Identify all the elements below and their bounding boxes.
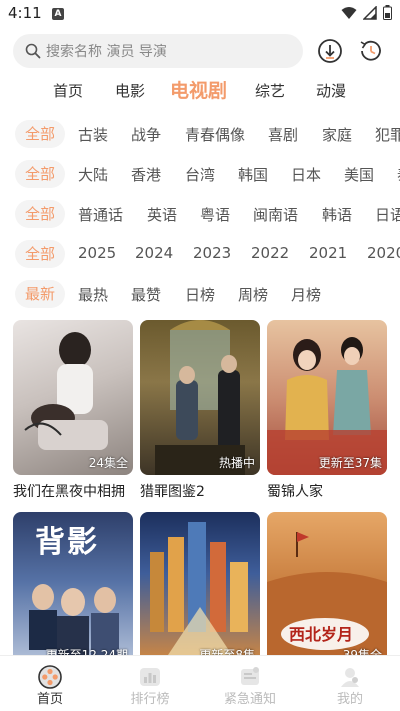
poster-image[interactable]: 24集全 bbox=[13, 320, 133, 475]
battery-icon bbox=[383, 5, 392, 20]
show-card[interactable]: 西北岁月 39集全 bbox=[267, 512, 387, 667]
status-badge: 热播中 bbox=[218, 456, 255, 470]
nav-label: 紧急通知 bbox=[223, 692, 276, 707]
show-title[interactable]: 蜀锦人家 bbox=[267, 481, 387, 501]
filter-sort-item[interactable]: 月榜 bbox=[291, 284, 321, 305]
filter-genre-item[interactable]: 古装 bbox=[78, 124, 108, 145]
search-input[interactable]: 搜索名称 演员 导演 bbox=[13, 34, 303, 68]
nav-label: 排行榜 bbox=[130, 692, 170, 707]
filter-year-all[interactable]: 全部 bbox=[15, 240, 66, 268]
nav-ranking[interactable]: 排行榜 bbox=[100, 656, 200, 711]
filter-language-item[interactable]: 韩语 bbox=[322, 204, 352, 225]
filter-region-item[interactable]: 大陆 bbox=[78, 164, 108, 185]
notice-icon bbox=[241, 667, 259, 685]
nav-label: 我的 bbox=[336, 692, 363, 707]
filter-region-item[interactable]: 台湾 bbox=[185, 164, 215, 185]
filter-row-genre: 全部 古装 战争 青春偶像 喜剧 家庭 犯罪 bbox=[0, 120, 400, 150]
poster-title-text: 背影 bbox=[35, 525, 99, 560]
filter-year-item[interactable]: 2024 bbox=[135, 244, 173, 262]
show-card[interactable]: 24集全 我们在黑夜中相拥 bbox=[13, 320, 133, 501]
filter-language-all[interactable]: 全部 bbox=[15, 200, 66, 228]
poster-art bbox=[155, 320, 245, 475]
search-icon bbox=[25, 43, 41, 59]
bottom-nav: 首页 排行榜 紧急通知 我的 bbox=[0, 655, 400, 711]
filter-sort-latest[interactable]: 最新 bbox=[15, 280, 66, 308]
poster-image[interactable]: 更新至37集 bbox=[267, 320, 387, 475]
download-icon[interactable] bbox=[317, 38, 343, 64]
film-reel-icon bbox=[38, 665, 62, 689]
filter-year-item[interactable]: 2022 bbox=[251, 244, 289, 262]
tab-variety[interactable]: 综艺 bbox=[255, 80, 285, 101]
main-tabs: 首页 电影 电视剧 综艺 动漫 bbox=[0, 74, 400, 108]
nav-label: 首页 bbox=[36, 692, 63, 707]
filter-region-item[interactable]: 韩国 bbox=[238, 164, 268, 185]
tab-home[interactable]: 首页 bbox=[53, 80, 83, 101]
episode-badge: 更新至37集 bbox=[318, 456, 382, 470]
show-card[interactable]: 更新至8集 bbox=[140, 512, 260, 667]
poster-art: 西北岁月 bbox=[267, 532, 387, 667]
filter-language-item[interactable]: 普通话 bbox=[78, 204, 123, 225]
poster-title-text: 西北岁月 bbox=[289, 625, 353, 644]
wifi-icon bbox=[341, 6, 357, 19]
poster-art: 背影 bbox=[29, 525, 119, 661]
status-bar: 4:11 A bbox=[0, 0, 400, 28]
nav-notice[interactable]: 紧急通知 bbox=[200, 656, 300, 711]
filter-year-item[interactable]: 2020 bbox=[367, 244, 400, 262]
search-placeholder: 搜索名称 演员 导演 bbox=[46, 44, 167, 60]
filter-genre-item[interactable]: 青春偶像 bbox=[185, 124, 245, 145]
nav-profile[interactable]: 我的 bbox=[300, 656, 400, 711]
history-icon[interactable] bbox=[358, 38, 384, 64]
filter-genre-item[interactable]: 家庭 bbox=[322, 124, 352, 145]
filter-region-item[interactable]: 美国 bbox=[344, 164, 374, 185]
ranking-icon bbox=[140, 668, 160, 686]
filter-sort-item[interactable]: 最热 bbox=[78, 284, 108, 305]
poster-image[interactable]: 热播中 bbox=[140, 320, 260, 475]
status-icons bbox=[341, 5, 392, 20]
tab-tv[interactable]: 电视剧 bbox=[170, 76, 227, 103]
profile-icon bbox=[341, 668, 359, 687]
filter-row-language: 全部 普通话 英语 粤语 闽南语 韩语 日语 bbox=[0, 200, 400, 230]
show-card[interactable]: 背影 更新至12,24期 bbox=[13, 512, 133, 667]
filter-genre-item[interactable]: 犯罪 bbox=[375, 124, 400, 145]
filter-genre-all[interactable]: 全部 bbox=[15, 120, 66, 148]
filter-region-all[interactable]: 全部 bbox=[15, 160, 66, 188]
poster-art bbox=[150, 522, 248, 667]
filter-sort-item[interactable]: 最赞 bbox=[131, 284, 161, 305]
signal-icon bbox=[363, 5, 377, 20]
filter-row-region: 全部 大陆 香港 台湾 韩国 日本 美国 泰国 bbox=[0, 160, 400, 190]
filter-sort-item[interactable]: 周榜 bbox=[238, 284, 268, 305]
poster-art bbox=[24, 332, 108, 450]
poster-image[interactable]: 更新至8集 bbox=[140, 512, 260, 667]
status-time: 4:11 bbox=[8, 4, 42, 22]
poster-image[interactable]: 西北岁月 39集全 bbox=[267, 512, 387, 667]
filter-region-item[interactable]: 日本 bbox=[291, 164, 321, 185]
filter-year-item[interactable]: 2023 bbox=[193, 244, 231, 262]
tab-movie[interactable]: 电影 bbox=[115, 80, 145, 101]
filter-language-item[interactable]: 英语 bbox=[147, 204, 177, 225]
filter-sort-item[interactable]: 日榜 bbox=[185, 284, 215, 305]
filter-genre-item[interactable]: 喜剧 bbox=[268, 124, 298, 145]
filter-row-year: 全部 2025 2024 2023 2022 2021 2020 bbox=[0, 240, 400, 270]
show-title[interactable]: 我们在黑夜中相拥 bbox=[13, 481, 133, 501]
filter-language-item[interactable]: 闽南语 bbox=[253, 204, 298, 225]
filter-region-item[interactable]: 香港 bbox=[131, 164, 161, 185]
nav-home[interactable]: 首页 bbox=[0, 656, 100, 711]
show-card[interactable]: 更新至37集 蜀锦人家 bbox=[267, 320, 387, 501]
tab-anime[interactable]: 动漫 bbox=[316, 80, 346, 101]
show-card[interactable]: 热播中 猎罪图鉴2 bbox=[140, 320, 260, 501]
filter-genre-item[interactable]: 战争 bbox=[131, 124, 161, 145]
poster-art bbox=[267, 337, 387, 475]
filter-year-item[interactable]: 2021 bbox=[309, 244, 347, 262]
notification-icon: A bbox=[52, 8, 64, 20]
filter-language-item[interactable]: 粤语 bbox=[200, 204, 230, 225]
filter-language-item[interactable]: 日语 bbox=[375, 204, 400, 225]
episode-badge: 24集全 bbox=[88, 456, 128, 470]
filter-year-item[interactable]: 2025 bbox=[78, 244, 116, 262]
filter-row-sort: 最新 最热 最赞 日榜 周榜 月榜 bbox=[0, 280, 400, 310]
show-title[interactable]: 猎罪图鉴2 bbox=[140, 481, 260, 501]
poster-image[interactable]: 背影 更新至12,24期 bbox=[13, 512, 133, 667]
